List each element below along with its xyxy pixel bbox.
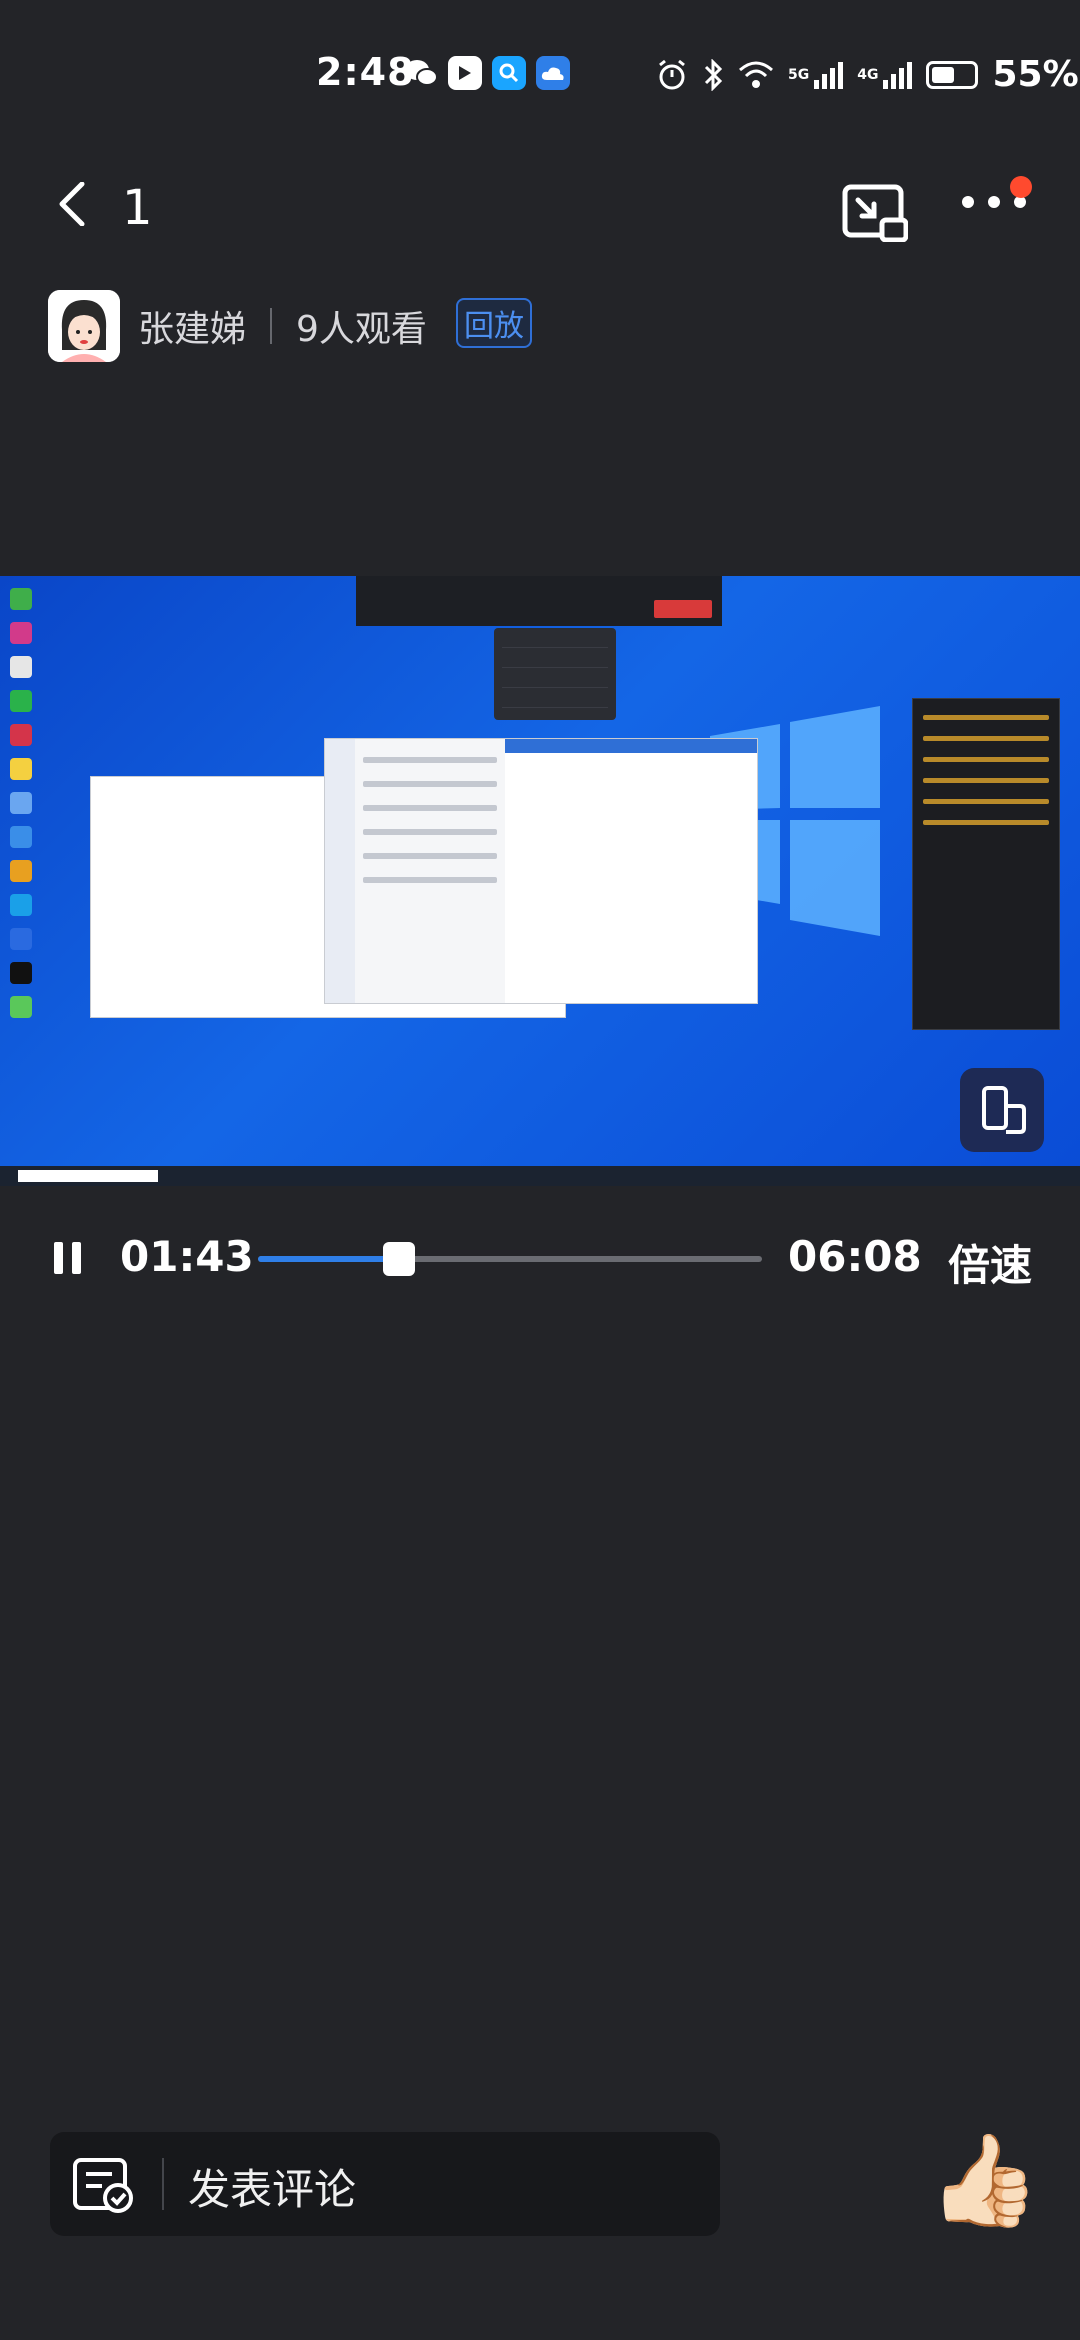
speed-button[interactable]: 倍速: [948, 1232, 1032, 1293]
live-chat-panel: [912, 698, 1060, 1030]
signal-icon-2: [883, 61, 913, 89]
rotate-screen-button[interactable]: [960, 1068, 1044, 1152]
battery-percent: 55%: [992, 54, 1079, 95]
status-notification-icons: [404, 56, 570, 90]
search-app-icon: [492, 56, 526, 90]
avatar[interactable]: [48, 290, 120, 362]
network-4g-label: 4G: [857, 66, 879, 83]
windows-taskbar: [0, 1166, 1080, 1186]
current-time: 01:43: [120, 1232, 254, 1281]
comment-edit-icon: [73, 2158, 133, 2213]
comment-bar[interactable]: [50, 2132, 720, 2236]
wifi-icon: [739, 61, 773, 88]
phone-rotate-icon: [982, 1086, 1026, 1134]
divider: [270, 308, 272, 344]
chat-window: [324, 738, 758, 1004]
picture-in-picture-icon[interactable]: [842, 184, 908, 242]
cloud-icon: [536, 56, 570, 90]
signal-icon: [814, 61, 844, 89]
back-arrow-icon[interactable]: [52, 182, 96, 226]
progress-fill: [258, 1256, 399, 1262]
bluetooth-icon: [704, 58, 723, 91]
pause-icon[interactable]: [52, 1238, 84, 1278]
alarm-icon: [659, 59, 685, 89]
status-system-icons: 5G 4G 55%: [656, 54, 1079, 95]
wechat-icon: [404, 56, 438, 90]
notification-dot: [1010, 176, 1032, 198]
comment-divider: [162, 2158, 164, 2210]
progress-thumb[interactable]: [383, 1242, 415, 1276]
replay-badge: 回放: [456, 298, 532, 348]
duration: 06:08: [788, 1232, 922, 1281]
viewer-count: 9人观看: [296, 309, 427, 350]
app-icon: [448, 56, 482, 90]
meeting-toolbar: [356, 576, 722, 626]
thumbs-up-icon[interactable]: 👍🏻: [928, 2136, 1040, 2226]
status-time: 2:48: [316, 50, 415, 94]
battery-icon: [926, 60, 979, 89]
network-5g-label: 5G: [788, 66, 810, 83]
video-player[interactable]: [0, 576, 1080, 1186]
comment-input[interactable]: 发表评论: [188, 2156, 356, 2217]
desktop-icons: [4, 576, 56, 1028]
viewer-index: 1: [122, 180, 153, 236]
host-name[interactable]: 张建娣: [138, 300, 246, 352]
meeting-menu: [494, 628, 616, 720]
